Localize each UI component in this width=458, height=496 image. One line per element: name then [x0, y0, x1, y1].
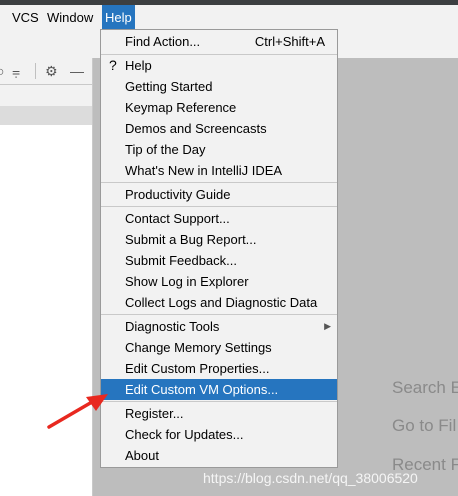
menu-item-keymap-reference[interactable]: Keymap Reference [101, 97, 337, 118]
menu-separator [101, 314, 337, 315]
menu-item-edit-custom-vm-options[interactable]: Edit Custom VM Options... [101, 379, 337, 400]
menu-item-register[interactable]: Register... [101, 403, 337, 424]
menu-separator [101, 206, 337, 207]
collapse-icon[interactable]: ○ [0, 62, 4, 80]
watermark-text: https://blog.csdn.net/qq_38006520 [203, 470, 418, 486]
menu-item-diagnostic-tools[interactable]: Diagnostic Tools ▶ [101, 316, 337, 337]
menu-item-tip-of-the-day[interactable]: Tip of the Day [101, 139, 337, 160]
menu-item-label: Productivity Guide [125, 187, 231, 202]
settings-gear-icon[interactable]: ⚙ [45, 62, 58, 80]
menu-item-collect-logs[interactable]: Collect Logs and Diagnostic Data [101, 292, 337, 313]
menu-item-change-memory[interactable]: Change Memory Settings [101, 337, 337, 358]
menu-item-label: What's New in IntelliJ IDEA [125, 163, 283, 178]
tool-window-toolbar: ○ ⩦ ⚙ — [0, 58, 100, 85]
menu-item-getting-started[interactable]: Getting Started [101, 76, 337, 97]
menu-item-check-for-updates[interactable]: Check for Updates... [101, 424, 337, 445]
menu-item-label: Diagnostic Tools [125, 319, 220, 334]
hint-go-to-file: Go to Fil [392, 416, 457, 435]
project-panel-header [0, 106, 100, 125]
menu-item-whats-new[interactable]: What's New in IntelliJ IDEA [101, 160, 337, 181]
menu-help[interactable]: Help [102, 5, 135, 31]
menu-item-label: Edit Custom Properties... [125, 361, 270, 376]
menu-item-label: Getting Started [125, 79, 213, 94]
annotation-arrow-icon [47, 394, 108, 429]
hint-search-everywhere: Search E [392, 378, 458, 397]
menu-item-submit-bug-report[interactable]: Submit a Bug Report... [101, 229, 337, 250]
submenu-arrow-icon: ▶ [324, 321, 331, 331]
menu-item-label: About [125, 448, 159, 463]
menu-item-label: Register... [125, 406, 184, 421]
menu-separator [101, 182, 337, 183]
menu-item-label: Show Log in Explorer [125, 274, 249, 289]
menu-item-label: Find Action... [125, 34, 201, 49]
toolbar-divider [35, 63, 36, 79]
menu-item-label: Submit a Bug Report... [125, 232, 257, 247]
menu-item-label: Contact Support... [125, 211, 230, 226]
menu-item-label: Change Memory Settings [125, 340, 272, 355]
menu-item-demos-screencasts[interactable]: Demos and Screencasts [101, 118, 337, 139]
menu-window[interactable]: Window [44, 5, 96, 31]
menu-item-about[interactable]: About [101, 445, 337, 466]
menu-item-label: Demos and Screencasts [125, 121, 267, 136]
menu-item-label: Edit Custom VM Options... [125, 382, 279, 397]
menu-item-submit-feedback[interactable]: Submit Feedback... [101, 250, 337, 271]
menu-item-label: Submit Feedback... [125, 253, 237, 268]
menu-item-label: Check for Updates... [125, 427, 244, 442]
menu-separator [101, 401, 337, 402]
menu-item-help[interactable]: ? Help [101, 55, 337, 76]
menu-bar: VCS Window Help [0, 5, 458, 31]
menu-item-contact-support[interactable]: Contact Support... [101, 208, 337, 229]
collapse-all-icon[interactable]: ⩦ [12, 62, 20, 80]
help-question-icon: ? [109, 57, 117, 73]
menu-item-find-action[interactable]: Find Action... Ctrl+Shift+A [101, 31, 337, 52]
shortcut-label: Ctrl+Shift+A [254, 34, 325, 49]
menu-vcs[interactable]: VCS [9, 5, 42, 31]
menu-item-label: Tip of the Day [125, 142, 206, 157]
menu-item-label: Help [125, 58, 152, 73]
menu-item-label: Collect Logs and Diagnostic Data [125, 295, 318, 310]
minimize-icon[interactable]: — [70, 62, 84, 80]
menu-item-show-log[interactable]: Show Log in Explorer [101, 271, 337, 292]
project-panel [0, 125, 92, 496]
menu-item-productivity-guide[interactable]: Productivity Guide [101, 184, 337, 205]
menu-item-label: Keymap Reference [125, 100, 237, 115]
help-menu-dropdown: Find Action... Ctrl+Shift+A ? Help Getti… [100, 29, 338, 468]
menu-item-edit-custom-properties[interactable]: Edit Custom Properties... [101, 358, 337, 379]
